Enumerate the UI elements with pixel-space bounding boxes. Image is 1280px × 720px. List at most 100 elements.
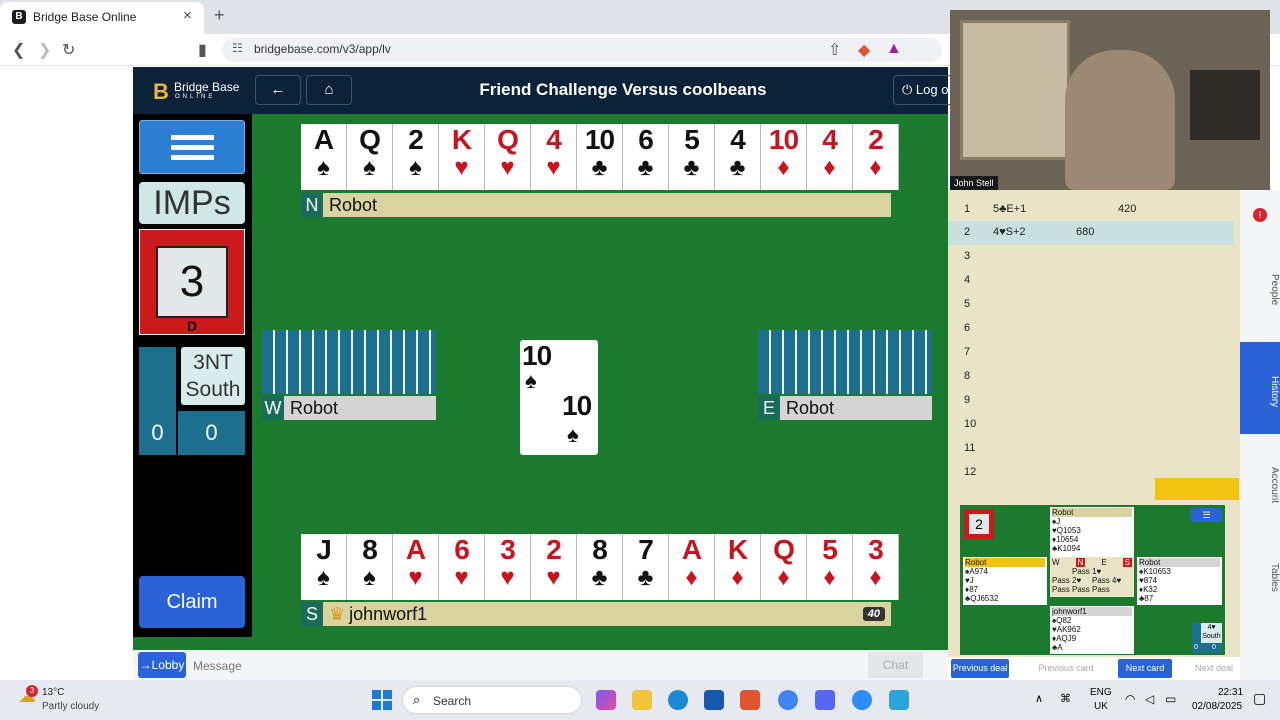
browser-tab[interactable]: B Bridge Base Online × <box>0 2 204 34</box>
card-rank: 7 <box>638 534 654 565</box>
logout-button[interactable]: ⏻ Log out <box>893 75 953 105</box>
card[interactable]: 8 ♣ <box>577 534 623 600</box>
west-player-label: W Robot <box>262 396 436 420</box>
language-code[interactable]: ENG <box>1090 687 1112 698</box>
wifi-icon[interactable]: ◠ <box>1125 692 1135 706</box>
file-explorer-icon[interactable] <box>632 690 652 710</box>
card: 5 ♣ <box>669 124 715 190</box>
history-row[interactable]: 4 <box>948 269 1234 293</box>
taskbar-search[interactable]: ⌕ Search <box>402 686 582 714</box>
lobby-button[interactable]: →Lobby <box>138 652 186 678</box>
bookmark-icon[interactable]: ▮ <box>198 40 207 60</box>
card[interactable]: A ♥ <box>393 534 439 600</box>
card[interactable]: 6 ♥ <box>439 534 485 600</box>
card[interactable]: 5 ♦ <box>807 534 853 600</box>
card[interactable]: K ♦ <box>715 534 761 600</box>
back-button[interactable]: ← <box>255 75 301 105</box>
discord-icon[interactable] <box>815 690 835 710</box>
history-row[interactable]: 9 <box>948 389 1234 413</box>
previous-deal-button[interactable]: Previous deal <box>951 659 1009 678</box>
history-row[interactable]: 10 <box>948 413 1234 437</box>
mini-name: Robot <box>965 558 1045 567</box>
card[interactable]: 2 ♥ <box>531 534 577 600</box>
played-rank-bottom: 10 <box>562 390 592 421</box>
claim-button[interactable]: Claim <box>139 576 245 628</box>
mini-menu-button[interactable]: ☰ <box>1191 508 1222 522</box>
card-suit: ♠ <box>317 154 330 181</box>
zoom-icon[interactable] <box>852 690 872 710</box>
card[interactable]: A ♦ <box>669 534 715 600</box>
card-rank: A <box>681 534 702 565</box>
card[interactable]: J ♠ <box>301 534 347 600</box>
copilot-icon[interactable] <box>596 690 616 710</box>
store-icon[interactable] <box>704 690 724 710</box>
bid: 4♥ <box>1112 576 1122 585</box>
tab-people[interactable]: People <box>1240 250 1280 330</box>
mini-deal-viewer: 2 ☰ Robot ♠J ♥Q1053 ♦10654 ♣K1094 Robot ♠A974… <box>960 505 1225 655</box>
hamburger-icon: ☰ <box>1202 510 1211 520</box>
history-row[interactable]: 3 <box>948 245 1234 269</box>
mini-contract-box: 4♥ South 0 0 <box>1192 623 1222 653</box>
card[interactable]: 3 ♦ <box>853 534 899 600</box>
history-row[interactable]: 1 5♣E+1 420 <box>948 198 1234 222</box>
forward-arrow-icon[interactable]: ❯ <box>38 40 51 60</box>
history-row[interactable]: 11 <box>948 437 1234 461</box>
notifications-icon[interactable]: ▢ <box>1253 690 1266 707</box>
card-rank: 4 <box>546 124 562 155</box>
windows-start-icon[interactable] <box>372 690 392 710</box>
bid: Pass <box>1092 576 1110 585</box>
app-icon[interactable] <box>778 690 798 710</box>
card[interactable]: 8 ♠ <box>347 534 393 600</box>
previous-card-button[interactable]: Previous card <box>1036 659 1096 678</box>
tab-account[interactable]: Account <box>1240 445 1280 525</box>
history-row[interactable]: 5 <box>948 293 1234 317</box>
home-button[interactable]: ⌂ <box>306 75 352 105</box>
edge-icon[interactable] <box>668 690 688 710</box>
back-arrow-icon[interactable]: ❮ <box>12 40 25 60</box>
chat-send-button[interactable]: Chat <box>868 652 923 678</box>
reload-icon[interactable]: ↻ <box>62 40 75 60</box>
tab-history[interactable]: History <box>1240 342 1280 434</box>
language-icon[interactable]: ⌘ <box>1060 692 1071 705</box>
card-rank: 2 <box>868 124 884 155</box>
seat-badge: E <box>758 396 780 420</box>
history-row[interactable]: 2 4♥S+2 680 <box>948 221 1234 245</box>
windows-taskbar: ☁ 3 13°C Partly cloudy ⌕ Search ∧ ⌘ ENG … <box>0 680 1280 720</box>
brave-rewards-icon[interactable]: ▲ <box>886 40 902 58</box>
mini-suit: ♦10654 <box>1052 535 1079 544</box>
card[interactable]: Q ♦ <box>761 534 807 600</box>
volume-icon[interactable]: ◁ <box>1145 692 1154 706</box>
notepad-icon[interactable] <box>889 690 909 710</box>
history-row[interactable]: 6 <box>948 317 1234 341</box>
card[interactable]: 3 ♥ <box>485 534 531 600</box>
played-card: 10 ♠ 10 ♠ <box>520 340 598 455</box>
card[interactable]: 7 ♣ <box>623 534 669 600</box>
clock-date[interactable]: 02/08/2025 <box>1192 701 1242 712</box>
site-info-icon[interactable]: ☷ <box>232 41 243 55</box>
mini-name: Robot <box>1139 558 1220 567</box>
message-input[interactable]: Message <box>193 659 242 673</box>
mini-suit: ♣K1094 <box>1052 544 1081 553</box>
west-card-backs <box>262 330 436 394</box>
language-region[interactable]: UK <box>1094 701 1108 712</box>
menu-button[interactable] <box>139 120 245 174</box>
frame-picture <box>960 20 1070 160</box>
board-num: 9 <box>964 394 971 406</box>
person-silhouette <box>1065 50 1175 190</box>
brave-icon[interactable] <box>740 690 760 710</box>
next-deal-button[interactable]: Next deal <box>1192 659 1236 678</box>
history-row[interactable]: 8 <box>948 365 1234 389</box>
brave-shield-icon[interactable]: ◆ <box>858 40 870 60</box>
mini-board-box: 2 <box>964 509 994 539</box>
clock-time[interactable]: 22:31 <box>1218 687 1243 698</box>
tab-tables[interactable]: Tables <box>1240 542 1280 612</box>
chevron-up-icon[interactable]: ∧ <box>1035 692 1043 705</box>
share-icon[interactable]: ⇧ <box>828 40 841 60</box>
next-card-button[interactable]: Next card <box>1118 659 1172 678</box>
scoring-type: IMPs <box>139 182 245 224</box>
close-tab-icon[interactable]: × <box>183 7 192 24</box>
battery-icon[interactable]: ▭ <box>1165 692 1176 706</box>
history-row[interactable]: 7 <box>948 341 1234 365</box>
card-rank: 8 <box>592 534 608 565</box>
new-tab-button[interactable]: + <box>214 5 225 26</box>
